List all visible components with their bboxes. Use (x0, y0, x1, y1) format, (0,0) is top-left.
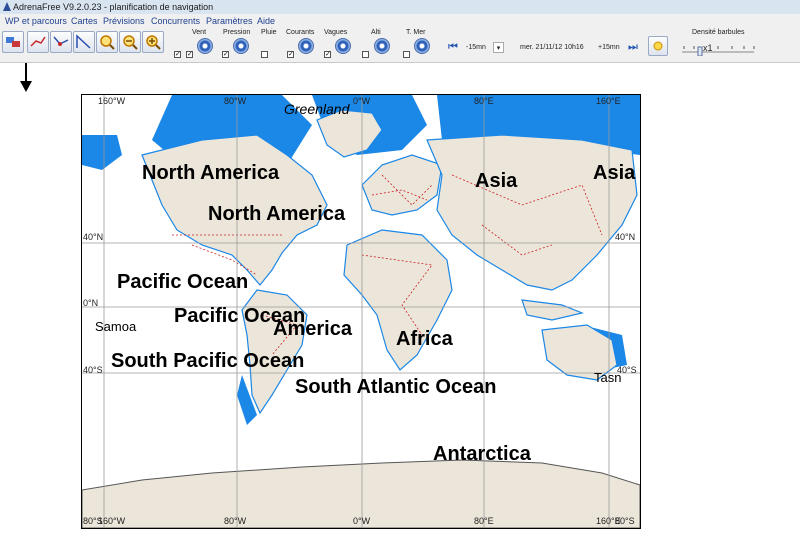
time-dropdown-icon[interactable]: ▾ (493, 42, 504, 53)
lon-label-bottom: 80°E (474, 516, 494, 526)
place-tasmania: Tasn (594, 370, 622, 385)
menu-concurrents[interactable]: Concurrents (151, 14, 200, 28)
route-tool-icon[interactable] (27, 31, 49, 53)
time-last-icon[interactable]: ⏭ (626, 40, 640, 54)
layer-vent-label: Vent (192, 29, 207, 36)
density-slider[interactable] (678, 40, 758, 57)
layer-pluie-label: Pluie (261, 29, 277, 36)
density-value: x1 (703, 43, 713, 53)
window-titlebar: AdrenaFree V9.2.0.23 - planification de … (0, 0, 800, 15)
lon-label-bottom: 0°W (353, 516, 371, 526)
layer-alti-settings-icon[interactable] (374, 38, 390, 54)
lon-label-top: 80°W (224, 96, 247, 106)
waypoint-tool-icon[interactable] (50, 31, 72, 53)
sun-settings-icon[interactable] (648, 36, 668, 56)
label-asia-1: Asia (475, 170, 518, 192)
label-north-america-1: North America (142, 162, 280, 184)
lat-label-left: 40°N (83, 232, 104, 242)
menu-wp-parcours[interactable]: WP et parcours (5, 14, 67, 28)
label-africa: Africa (396, 328, 453, 350)
toolbar: Vent ✓ ✓ Pression ✓ Pluie Courants ✓ Vag… (0, 28, 800, 63)
layer-courants-settings-icon[interactable] (298, 38, 314, 54)
layer-vagues-checkbox[interactable]: ✓ (324, 51, 331, 58)
menu-previsions[interactable]: Prévisions (103, 14, 145, 28)
zoom-in-icon[interactable] (142, 31, 164, 53)
world-map (82, 95, 640, 528)
label-asia-2: Asia (593, 162, 636, 184)
layer-vent-checkbox[interactable]: ✓ (174, 51, 181, 58)
layer-pression-label: Pression (223, 29, 251, 36)
density-label: Densité barbules (692, 29, 745, 36)
label-america: America (273, 318, 352, 340)
layer-vagues-label: Vagues (324, 29, 348, 36)
label-north-america-2: North America (208, 203, 346, 225)
layer-tmer-settings-icon[interactable] (414, 38, 430, 54)
menu-parametres[interactable]: Paramètres (206, 14, 253, 28)
lon-label-bottom: 160°W (98, 516, 126, 526)
layer-courants-label: Courants (286, 29, 315, 36)
time-back-button[interactable]: -15mn (464, 42, 494, 53)
place-samoa: Samoa (95, 319, 137, 334)
time-first-icon[interactable]: ⏮ (446, 40, 460, 54)
layer-tmer-label: T. Mer (406, 29, 426, 36)
menu-bar: WP et parcours Cartes Prévisions Concurr… (0, 14, 800, 28)
lon-label-bottom: 80°W (224, 516, 247, 526)
zoom-tool-icon[interactable] (96, 31, 118, 53)
app-logo-icon (3, 2, 11, 11)
layer-tmer-checkbox[interactable] (403, 51, 410, 58)
layer-pression-settings-icon[interactable] (233, 38, 249, 54)
lon-label-top: 160°E (596, 96, 621, 106)
menu-aide[interactable]: Aide (257, 14, 275, 28)
down-arrow-icon (20, 63, 32, 92)
lon-label-top: 80°E (474, 96, 494, 106)
time-current-date: mer. 21/11/12 10h16 (520, 44, 584, 51)
lon-label-top: 160°W (98, 96, 126, 106)
measure-tool-icon[interactable] (73, 31, 95, 53)
menu-cartes[interactable]: Cartes (71, 14, 98, 28)
layers-tool-icon[interactable] (2, 31, 24, 53)
lon-label-bottom: 80°S (615, 516, 635, 526)
label-south-atlantic-ocean: South Atlantic Ocean (295, 376, 497, 398)
lat-label-left: 0°N (83, 298, 99, 308)
time-forward-button[interactable]: +15mn (596, 42, 624, 53)
layer-vagues-settings-icon[interactable] (335, 38, 351, 54)
layer-courants-checkbox[interactable]: ✓ (287, 51, 294, 58)
layer-alti-label: Alti (371, 29, 381, 36)
layer-vent-checkbox-2[interactable]: ✓ (186, 51, 193, 58)
lat-label-right: 40°N (615, 232, 636, 242)
zoom-out-icon[interactable] (119, 31, 141, 53)
layer-alti-checkbox[interactable] (362, 51, 369, 58)
place-greenland: Greenland (284, 101, 350, 117)
layer-pression-checkbox[interactable]: ✓ (222, 51, 229, 58)
map-view[interactable]: 160°W 80°W 0°W 80°E 160°E 80°S 160°W 80°… (81, 94, 641, 529)
lon-label-top: 0°W (353, 96, 371, 106)
window-title: AdrenaFree V9.2.0.23 - planification de … (13, 2, 214, 12)
label-antarctica: Antarctica (433, 443, 531, 465)
label-pacific-ocean-1: Pacific Ocean (117, 271, 249, 293)
lat-label-left: 40°S (83, 365, 103, 375)
label-south-pacific-ocean: South Pacific Ocean (111, 350, 305, 372)
layer-pluie-checkbox[interactable] (261, 51, 268, 58)
layer-vent-settings-icon[interactable] (197, 38, 213, 54)
